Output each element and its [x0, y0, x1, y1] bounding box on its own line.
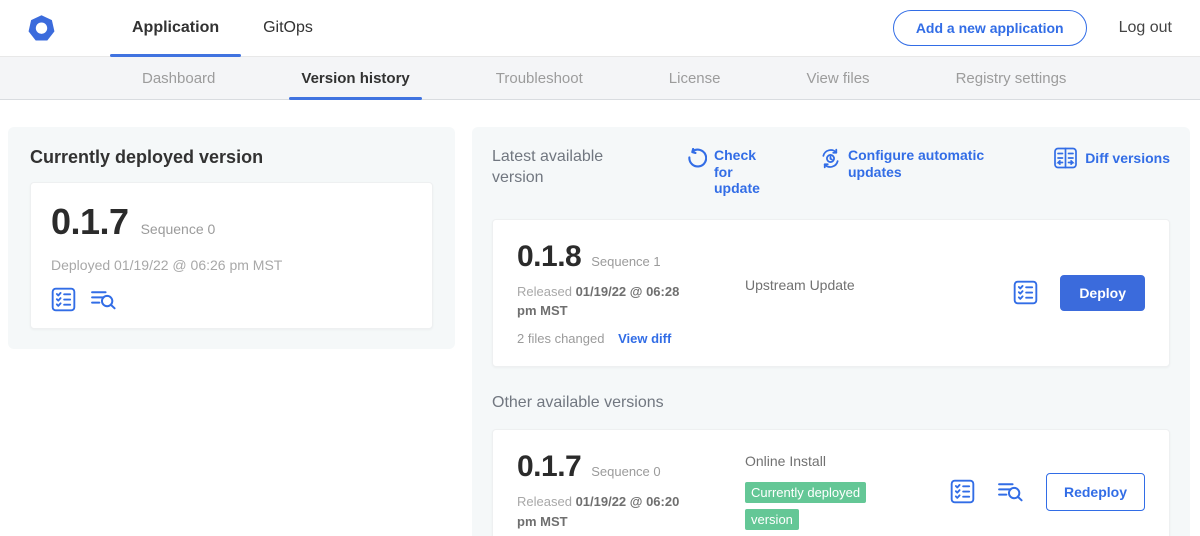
files-changed-label: 2 files changed [517, 331, 604, 346]
other-version-source: Online Install [745, 453, 826, 469]
deployed-timestamp: Deployed 01/19/22 @ 06:26 pm MST [51, 257, 412, 273]
latest-released-timestamp: Released 01/19/22 @ 06:28 pm MST [517, 282, 699, 321]
latest-available-panel: Latest available version Check for updat… [472, 127, 1190, 536]
top-navbar: Application GitOps Add a new application… [0, 0, 1200, 57]
view-logs-icon[interactable] [90, 287, 117, 312]
other-released-timestamp: Released 01/19/22 @ 06:20 pm MST [517, 492, 699, 531]
latest-version-number: 0.1.8 [517, 240, 581, 274]
deployed-sequence-label: Sequence 0 [141, 221, 216, 237]
preflight-checklist-icon[interactable] [51, 287, 76, 312]
currently-deployed-panel: Currently deployed version 0.1.7 Sequenc… [8, 127, 455, 349]
app-logo[interactable] [0, 0, 84, 56]
latest-available-header: Latest available version Check for updat… [492, 147, 1170, 197]
kots-logo-icon [27, 14, 56, 43]
view-diff-link[interactable]: View diff [618, 331, 671, 346]
auto-update-clock-icon [820, 148, 841, 174]
topnav-tabs: Application GitOps [110, 0, 335, 56]
subnav-tab-dashboard[interactable]: Dashboard [130, 57, 227, 99]
check-for-update-label: Check for update [714, 147, 764, 197]
other-available-versions-title: Other available versions [492, 393, 1170, 414]
tab-gitops[interactable]: GitOps [241, 0, 335, 56]
currently-deployed-badge: Currently deployed version [745, 482, 866, 529]
subnav-tab-registry-settings[interactable]: Registry settings [944, 57, 1079, 99]
redeploy-button[interactable]: Redeploy [1046, 473, 1145, 511]
main-content: Currently deployed version 0.1.7 Sequenc… [0, 100, 1200, 536]
add-new-application-button[interactable]: Add a new application [893, 10, 1087, 46]
tab-application[interactable]: Application [110, 0, 241, 56]
view-logs-icon[interactable] [997, 479, 1024, 504]
configure-automatic-updates-label: Configure automatic updates [848, 147, 998, 180]
subnav-tab-view-files[interactable]: View files [794, 57, 881, 99]
app-subnav: Dashboard Version history Troubleshoot L… [0, 57, 1200, 100]
subnav-tab-version-history[interactable]: Version history [289, 57, 421, 99]
refresh-icon [686, 148, 707, 174]
configure-automatic-updates-button[interactable]: Configure automatic updates [820, 147, 998, 180]
other-version-card: 0.1.7 Sequence 0 Released 01/19/22 @ 06:… [492, 429, 1170, 536]
currently-deployed-title: Currently deployed version [30, 147, 433, 168]
subnav-tab-license[interactable]: License [657, 57, 733, 99]
logout-button[interactable]: Log out [1119, 19, 1172, 37]
subnav-tab-troubleshoot[interactable]: Troubleshoot [484, 57, 595, 99]
diff-versions-button[interactable]: Diff versions [1053, 147, 1170, 169]
deployed-version-number: 0.1.7 [51, 201, 129, 243]
deployed-version-card: 0.1.7 Sequence 0 Deployed 01/19/22 @ 06:… [30, 182, 433, 329]
latest-version-source: Upstream Update [745, 277, 855, 293]
latest-available-title: Latest available version [492, 147, 620, 189]
other-version-number: 0.1.7 [517, 450, 581, 484]
topnav-right: Add a new application Log out [893, 0, 1200, 56]
other-sequence-label: Sequence 0 [591, 464, 660, 479]
diff-versions-label: Diff versions [1085, 150, 1170, 167]
preflight-checklist-icon[interactable] [950, 479, 975, 504]
deploy-button[interactable]: Deploy [1060, 275, 1145, 311]
preflight-checklist-icon[interactable] [1013, 280, 1038, 305]
check-for-update-button[interactable]: Check for update [686, 147, 764, 197]
latest-version-card: 0.1.8 Sequence 1 Released 01/19/22 @ 06:… [492, 219, 1170, 367]
latest-sequence-label: Sequence 1 [591, 254, 660, 269]
diff-icon [1053, 147, 1078, 169]
